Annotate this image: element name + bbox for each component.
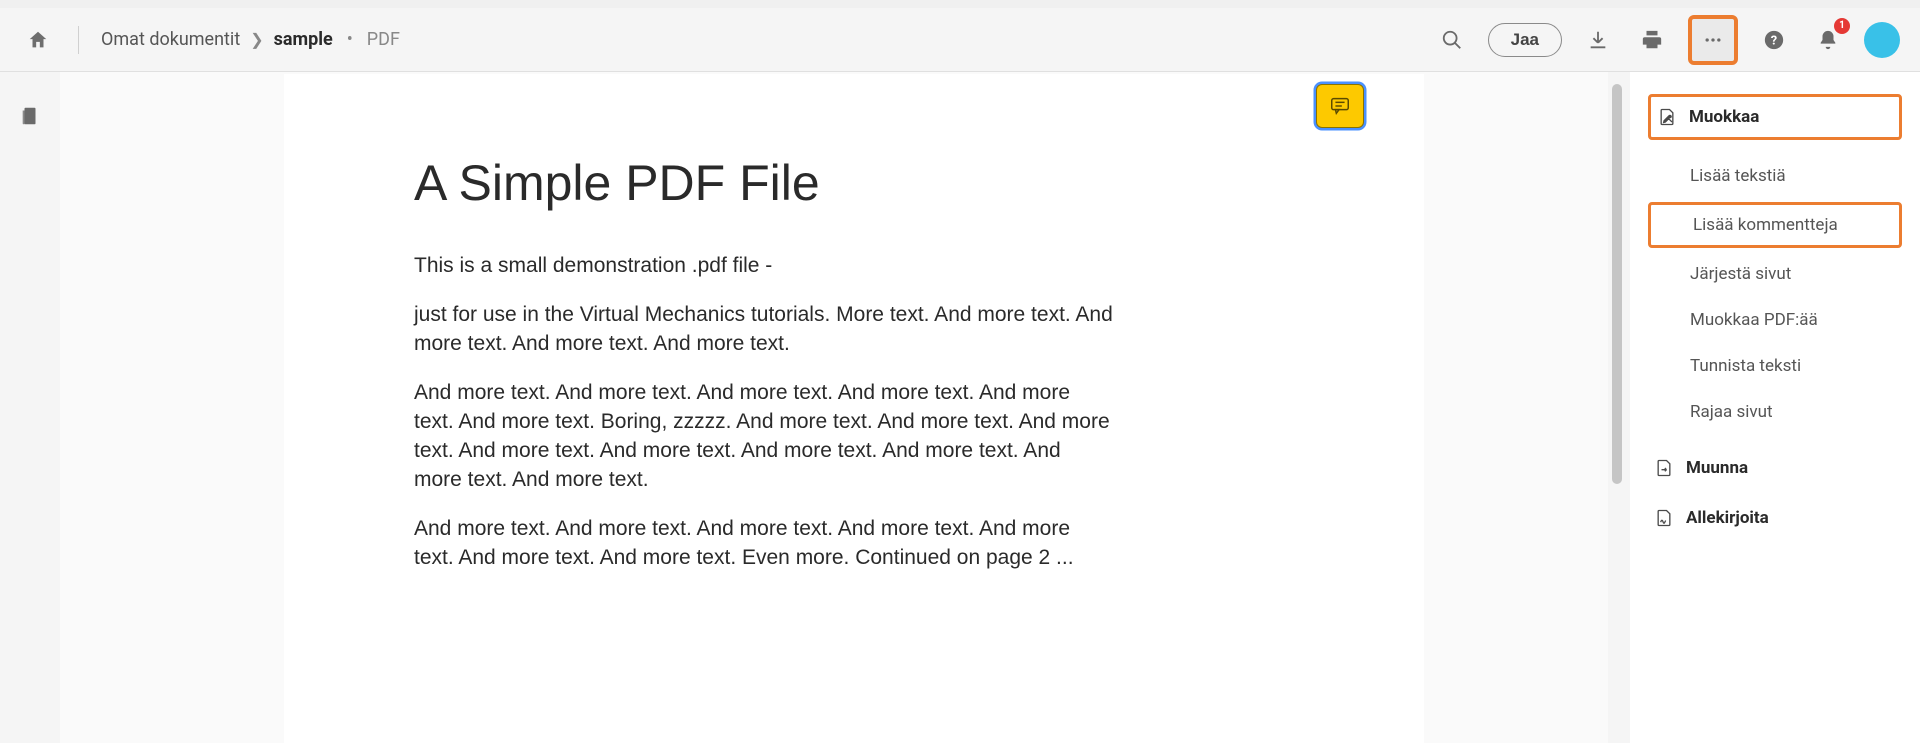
share-button[interactable]: Jaa xyxy=(1488,23,1562,57)
paragraph: And more text. And more text. And more t… xyxy=(414,379,1114,495)
panel-edit-header[interactable]: Muokkaa xyxy=(1648,94,1902,140)
avatar[interactable] xyxy=(1864,22,1900,58)
breadcrumb-root[interactable]: Omat dokumentit xyxy=(101,29,240,50)
panel-add-comments[interactable]: Lisää kommentteja xyxy=(1648,202,1902,248)
panel-sign-label: Allekirjoita xyxy=(1686,508,1769,528)
search-icon[interactable] xyxy=(1434,22,1470,58)
comment-annotation-icon[interactable] xyxy=(1316,84,1364,128)
scrollbar[interactable] xyxy=(1608,72,1630,743)
app-header: Omat dokumentit ❯ sample • PDF Jaa ? 1 xyxy=(0,8,1920,72)
more-options-button[interactable] xyxy=(1688,15,1738,65)
paragraph: just for use in the Virtual Mechanics tu… xyxy=(414,301,1114,359)
document-body: This is a small demonstration .pdf file … xyxy=(414,252,1334,573)
convert-icon xyxy=(1654,458,1674,478)
pages-panel-icon[interactable] xyxy=(12,98,48,134)
svg-text:?: ? xyxy=(1771,33,1777,48)
panel-sign-header[interactable]: Allekirjoita xyxy=(1648,498,1902,538)
panel-convert-header[interactable]: Muunna xyxy=(1648,448,1902,488)
panel-organize-pages[interactable]: Järjestä sivut xyxy=(1648,254,1902,294)
chevron-right-icon: ❯ xyxy=(250,30,263,49)
panel-crop-pages[interactable]: Rajaa sivut xyxy=(1648,392,1902,432)
breadcrumb: Omat dokumentit ❯ sample • PDF xyxy=(101,29,400,50)
home-icon[interactable] xyxy=(20,22,56,58)
header-actions: Jaa ? 1 xyxy=(1434,15,1900,65)
panel-convert-label: Muunna xyxy=(1686,458,1748,478)
breadcrumb-extension: PDF xyxy=(367,29,400,50)
panel-add-text[interactable]: Lisää tekstiä xyxy=(1648,156,1902,196)
panel-recognize-text[interactable]: Tunnista teksti xyxy=(1648,346,1902,386)
panel-edit-pdf[interactable]: Muokkaa PDF:ää xyxy=(1648,300,1902,340)
help-icon[interactable]: ? xyxy=(1756,22,1792,58)
panel-edit-label: Muokkaa xyxy=(1689,107,1759,127)
tools-panel: Muokkaa Lisää tekstiä Lisää kommentteja … xyxy=(1630,72,1920,743)
scrollbar-thumb[interactable] xyxy=(1612,84,1622,484)
separator-dot: • xyxy=(347,29,353,50)
notifications-icon[interactable]: 1 xyxy=(1810,22,1846,58)
document-viewport: A Simple PDF File This is a small demons… xyxy=(60,72,1608,743)
paragraph: This is a small demonstration .pdf file … xyxy=(414,252,1114,281)
print-icon[interactable] xyxy=(1634,22,1670,58)
notification-badge: 1 xyxy=(1834,18,1850,34)
pdf-page: A Simple PDF File This is a small demons… xyxy=(284,74,1424,743)
download-icon[interactable] xyxy=(1580,22,1616,58)
left-rail xyxy=(0,72,60,743)
sign-icon xyxy=(1654,508,1674,528)
edit-pdf-icon xyxy=(1657,107,1677,127)
paragraph: And more text. And more text. And more t… xyxy=(414,515,1114,573)
document-title: A Simple PDF File xyxy=(414,154,1334,212)
divider xyxy=(78,26,79,54)
breadcrumb-filename: sample xyxy=(274,29,333,50)
